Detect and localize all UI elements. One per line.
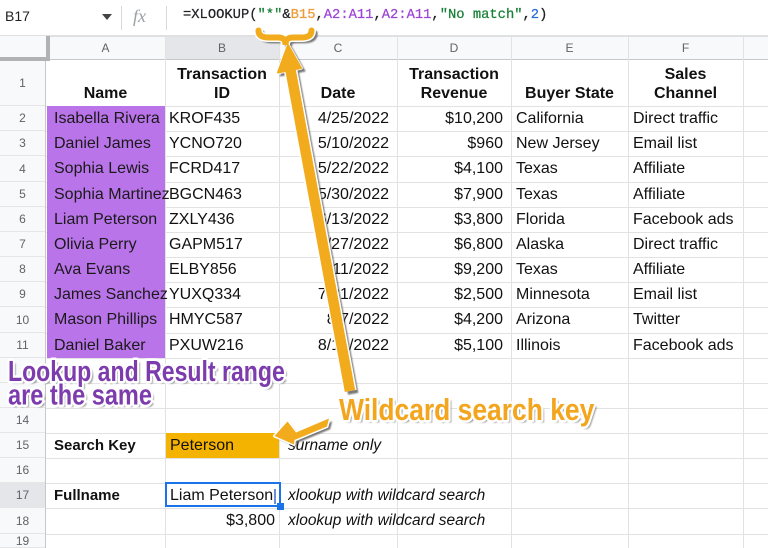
svg-text:Lookup and Result range: Lookup and Result range [11,357,288,390]
svg-text:Wildcard search key: Wildcard search key [339,393,594,427]
svg-text:Wildcard search key: Wildcard search key [342,395,597,429]
